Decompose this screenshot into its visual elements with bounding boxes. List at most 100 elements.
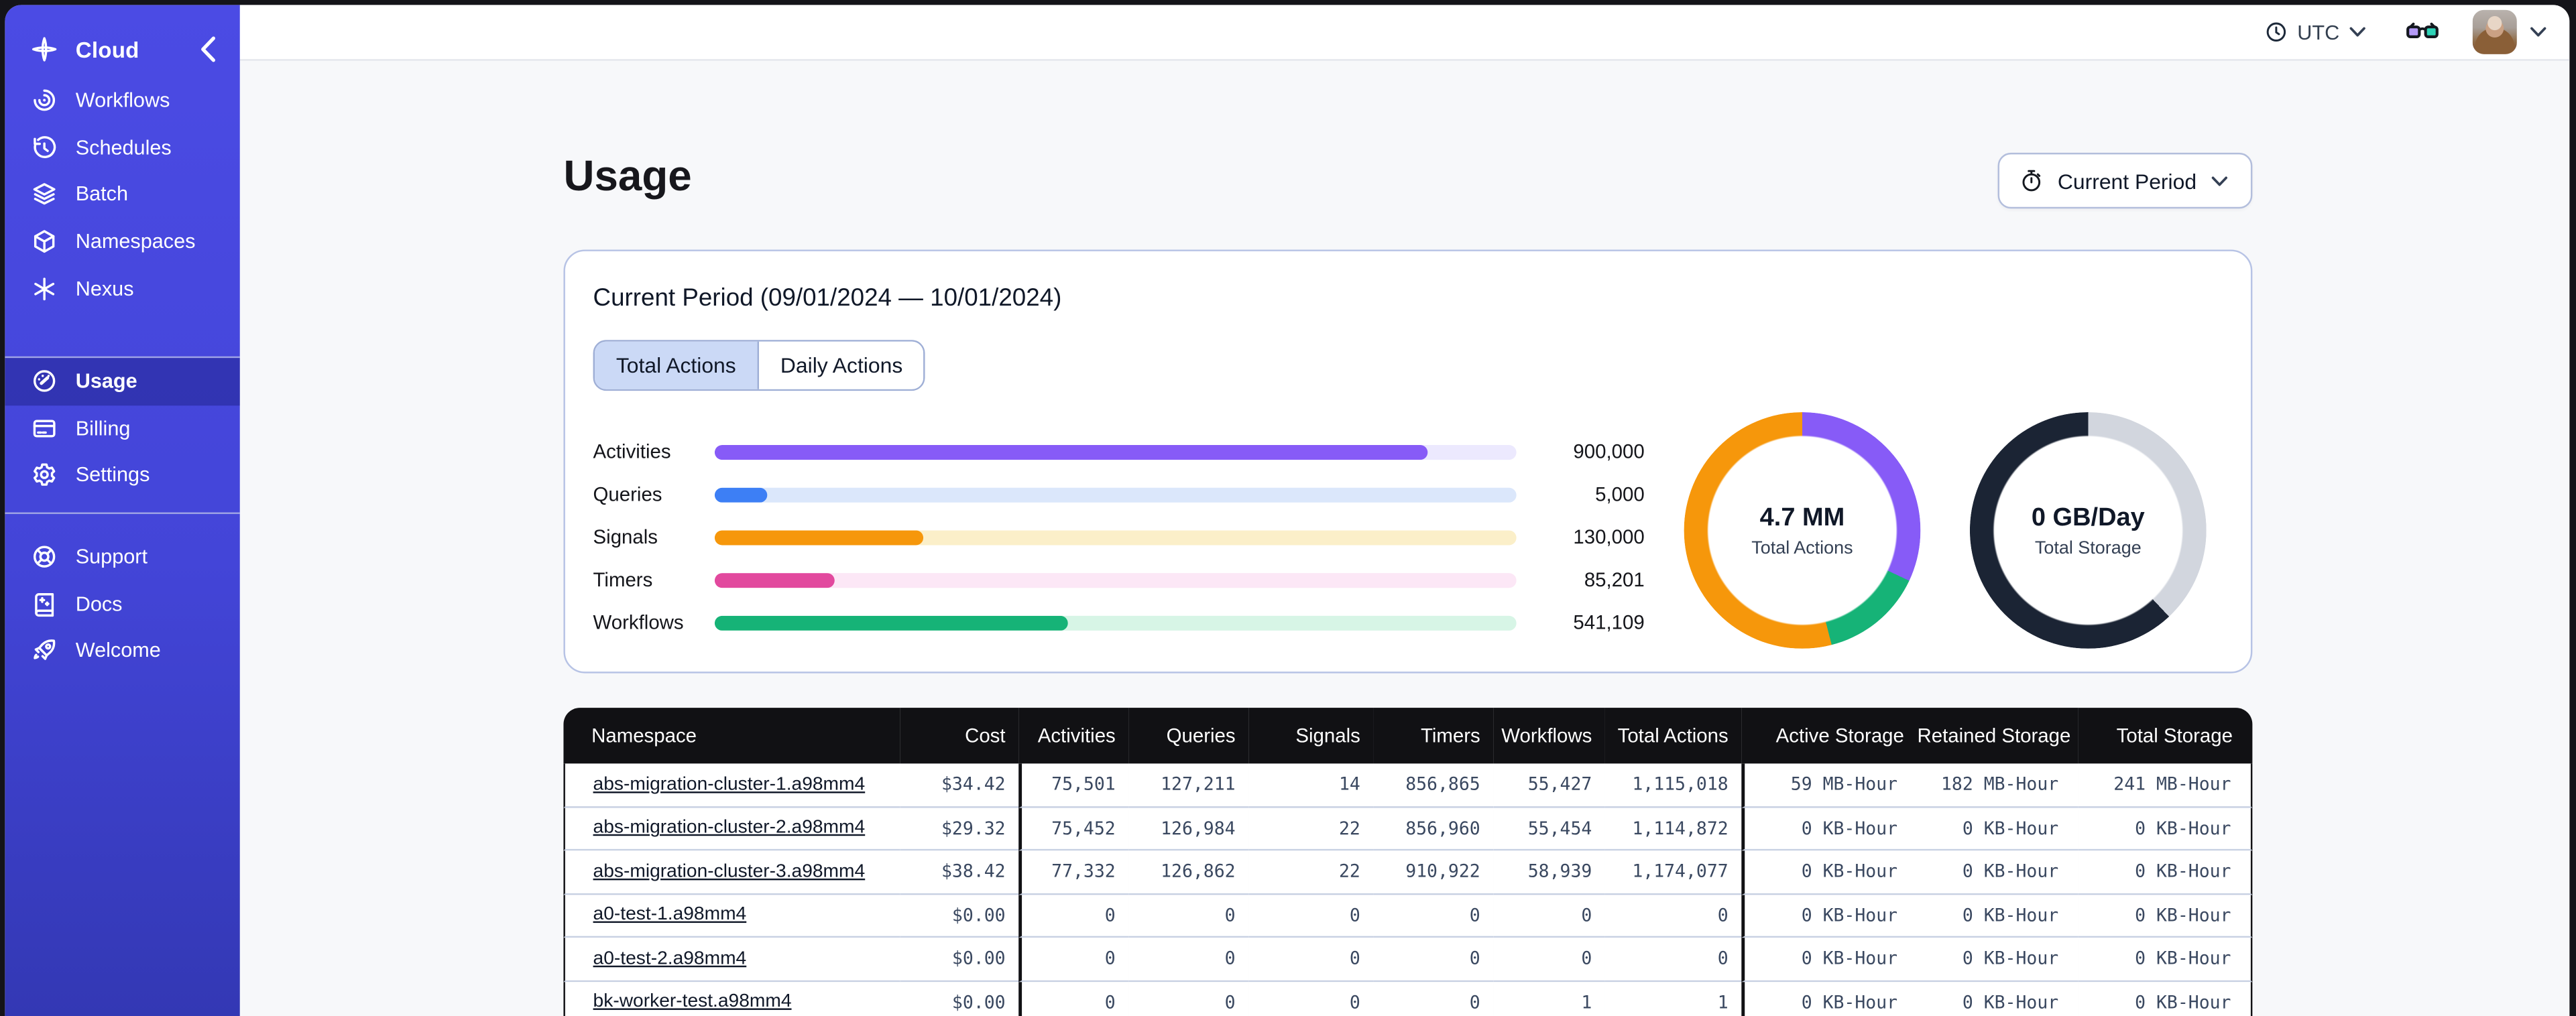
namespace-link[interactable]: abs-migration-cluster-3.a98mm4 (593, 862, 866, 881)
cell-timers: 0 (1373, 981, 1494, 1016)
sidebar-item-nexus[interactable]: Nexus (5, 265, 239, 312)
sidebar-collapse-button[interactable] (196, 36, 222, 62)
column-header-activities: Activities (1018, 708, 1129, 764)
usage-icon (32, 369, 58, 395)
cell-total-actions: 1 (1604, 981, 1742, 1016)
cell-queries: 0 (1128, 981, 1249, 1016)
sidebar-item-label: Usage (75, 369, 137, 393)
total-storage-donut: 0 GB/Day Total Storage (1969, 412, 2207, 649)
bar-fill (714, 572, 835, 587)
cell-total-storage: 0 KB-Hour (2078, 807, 2253, 851)
sidebar-item-batch[interactable]: Batch (5, 171, 239, 218)
cell-active-storage: 0 KB-Hour (1741, 807, 1918, 851)
sidebar-item-namespaces[interactable]: Namespaces (5, 218, 239, 265)
sidebar-item-label: Billing (75, 417, 131, 440)
sidebar-item-label: Docs (75, 592, 123, 615)
table-row: abs-migration-cluster-3.a98mm4 $38.42 77,3… (563, 850, 2253, 895)
cell-queries: 127,211 (1128, 763, 1249, 808)
app-window: Cloud Workflows Schedules Batch Namespaces N… (5, 5, 2570, 1016)
bar-value: 541,109 (1573, 611, 1645, 634)
timezone-selector[interactable]: UTC (2266, 21, 2366, 44)
column-header-timers: Timers (1373, 708, 1494, 764)
avatar[interactable] (2472, 9, 2517, 54)
column-header-workflows: Workflows (1493, 708, 1605, 764)
column-header-active-storage: Active Storage (1741, 708, 1918, 764)
sidebar-brand-label: Cloud (75, 37, 139, 62)
support-icon (32, 544, 58, 570)
sidebar-item-label: Support (75, 545, 148, 568)
bar-value: 85,201 (1584, 568, 1645, 592)
namespace-link[interactable]: a0-test-2.a98mm4 (593, 949, 747, 968)
bar-fill (714, 487, 767, 502)
cell-cost: $0.00 (900, 938, 1019, 982)
namespace-link[interactable]: bk-worker-test.a98mm4 (593, 993, 792, 1012)
cell-total-actions: 1,174,077 (1604, 850, 1742, 895)
cell-timers: 0 (1373, 938, 1494, 982)
period-selector-button[interactable]: Current Period (1998, 152, 2253, 209)
namespace-cell: a0-test-2.a98mm4 (563, 938, 900, 982)
bar-track (714, 444, 1517, 459)
account-menu-button[interactable] (2530, 26, 2546, 38)
cell-workflows: 1 (1493, 981, 1605, 1016)
bar-track (714, 487, 1517, 502)
namespace-cell: abs-migration-cluster-1.a98mm4 (563, 763, 900, 808)
tab-daily-actions[interactable]: Daily Actions (759, 341, 925, 389)
cell-timers: 0 (1373, 894, 1494, 938)
namespace-link[interactable]: abs-migration-cluster-1.a98mm4 (593, 775, 866, 794)
bar-label: Workflows (593, 611, 684, 634)
bar-fill (714, 615, 1068, 630)
bar-track (714, 572, 1517, 587)
column-header-retained-storage: Retained Storage (1917, 708, 2079, 764)
cell-timers: 856,960 (1373, 807, 1494, 851)
feedback-glasses-button[interactable] (2405, 21, 2439, 43)
cell-total-storage: 0 KB-Hour (2078, 938, 2253, 982)
sidebar-item-docs[interactable]: Docs (5, 580, 239, 627)
sidebar-item-label: Settings (75, 464, 150, 487)
sidebar-item-support[interactable]: Support (5, 533, 239, 580)
bar-row-signals: Signals 130,000 (593, 515, 1645, 558)
namespace-usage-table: Namespace Cost Activities Queries Signals Tim… (563, 708, 2253, 1016)
sidebar-item-billing[interactable]: Billing (5, 405, 239, 452)
sidebar-item-usage[interactable]: Usage (5, 358, 240, 405)
sidebar-item-settings[interactable]: Settings (5, 452, 239, 499)
glasses-icon (2405, 21, 2439, 43)
namespace-link[interactable]: a0-test-1.a98mm4 (593, 905, 747, 925)
namespace-cell: a0-test-1.a98mm4 (563, 894, 900, 938)
welcome-icon (32, 637, 58, 663)
actions-tab-group: Total Actions Daily Actions (593, 340, 926, 391)
cell-activities: 75,501 (1018, 763, 1129, 808)
chevron-left-icon (196, 36, 222, 62)
page-body: Usage Current Period Current Period (09/… (239, 60, 2570, 1016)
cell-total-storage: 0 KB-Hour (2078, 981, 2253, 1016)
bar-row-activities: Activities 900,000 (593, 430, 1645, 473)
bar-track (714, 615, 1517, 630)
tab-total-actions[interactable]: Total Actions (595, 341, 760, 389)
cell-active-storage: 0 KB-Hour (1741, 850, 1918, 895)
namespace-link[interactable]: abs-migration-cluster-2.a98mm4 (593, 818, 866, 838)
sidebar-item-schedules[interactable]: Schedules (5, 124, 239, 171)
cell-workflows: 55,427 (1493, 763, 1605, 808)
table-row: bk-worker-test.a98mm4 $0.00 0 0 0 0 1 1 0 KB-Hou… (563, 981, 2253, 1016)
bar-value: 130,000 (1573, 525, 1645, 549)
cell-total-actions: 1,115,018 (1604, 763, 1742, 808)
cell-active-storage: 0 KB-Hour (1741, 894, 1918, 938)
cell-timers: 856,865 (1373, 763, 1494, 808)
clock-icon (2266, 21, 2288, 43)
bar-track (714, 529, 1517, 545)
bar-row-workflows: Workflows 541,109 (593, 601, 1645, 644)
cell-total-storage: 241 MB-Hour (2078, 763, 2253, 808)
sidebar-main-nav: Workflows Schedules Batch Namespaces Nexus (5, 77, 239, 312)
sidebar-item-label: Schedules (75, 136, 172, 160)
cell-queries: 0 (1128, 938, 1249, 982)
cell-queries: 126,862 (1128, 850, 1249, 895)
bar-fill (714, 444, 1429, 459)
sidebar-item-welcome[interactable]: Welcome (5, 627, 239, 674)
sidebar-item-label: Namespaces (75, 230, 196, 253)
cell-activities: 0 (1018, 981, 1129, 1016)
namespace-cell: abs-migration-cluster-3.a98mm4 (563, 850, 900, 895)
stopwatch-icon (2022, 169, 2043, 192)
column-header-signals: Signals (1248, 708, 1374, 764)
cell-cost: $0.00 (900, 981, 1019, 1016)
sidebar-item-workflows[interactable]: Workflows (5, 77, 239, 124)
cell-workflows: 58,939 (1493, 850, 1605, 895)
